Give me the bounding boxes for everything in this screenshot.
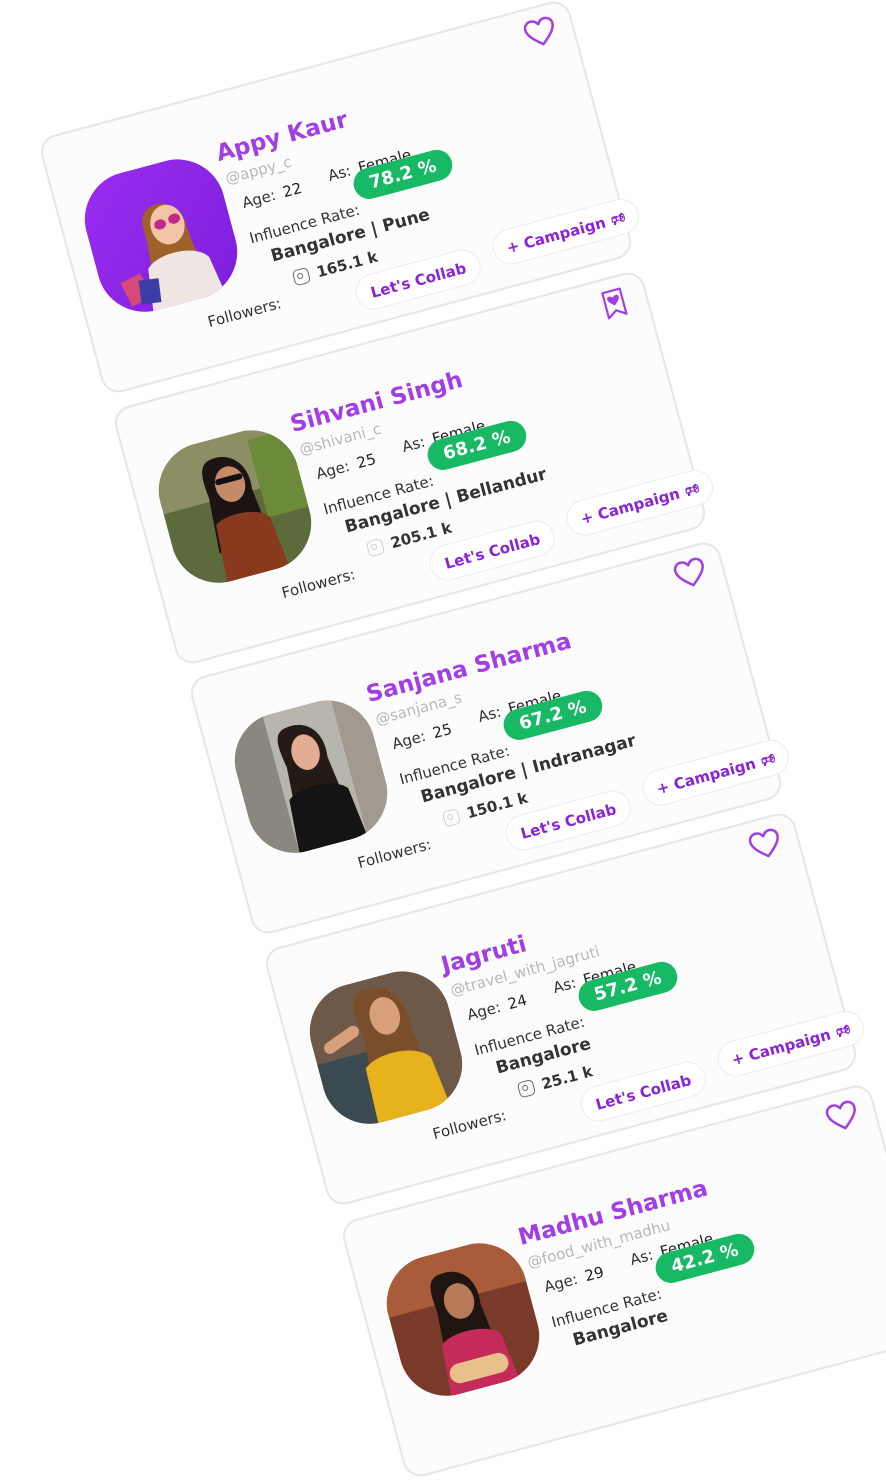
as-label: As: — [400, 432, 428, 456]
avatar — [224, 689, 398, 864]
instagram-icon — [365, 537, 386, 558]
avatar — [376, 1232, 550, 1407]
as-label: As: — [551, 973, 579, 997]
followers-label: Followers: — [205, 294, 284, 332]
campaign-label: + Campaign — [654, 754, 758, 799]
as-label: As: — [476, 702, 504, 726]
instagram-icon — [441, 807, 462, 828]
age-value: 29 — [582, 1262, 606, 1286]
bookmark-heart-icon[interactable] — [595, 285, 634, 322]
megaphone-icon: 🕫 — [608, 208, 628, 230]
avatar — [299, 960, 473, 1135]
avatar — [74, 148, 248, 323]
instagram-icon — [291, 266, 312, 287]
age-label: Age: — [390, 726, 428, 754]
age-value: 24 — [505, 990, 529, 1014]
heart-outline-icon[interactable] — [746, 826, 785, 863]
age-row: Age: 29 — [542, 1263, 606, 1296]
lets-collab-button[interactable]: Let's Collab — [576, 1057, 710, 1126]
age-row: Age: 25 — [314, 450, 378, 483]
followers-label: Followers: — [430, 1106, 509, 1144]
age-value: 25 — [430, 719, 454, 743]
megaphone-icon: 🕫 — [682, 479, 702, 501]
age-value: 25 — [354, 449, 378, 473]
campaign-label: + Campaign — [578, 484, 682, 529]
age-value: 22 — [280, 178, 304, 202]
age-label: Age: — [465, 997, 503, 1025]
followers-label: Followers: — [279, 565, 358, 603]
megaphone-icon: 🕫 — [758, 749, 778, 771]
age-row: Age: 25 — [390, 720, 454, 753]
avatar — [148, 419, 322, 594]
followers-label: Followers: — [355, 835, 434, 873]
age-label: Age: — [314, 456, 352, 484]
heart-outline-icon[interactable] — [521, 14, 560, 51]
as-label: As: — [628, 1245, 656, 1269]
campaign-label: + Campaign — [504, 213, 608, 258]
age-row: Age: 24 — [465, 991, 529, 1024]
campaign-label: + Campaign — [729, 1025, 833, 1070]
instagram-icon — [516, 1078, 537, 1099]
age-label: Age: — [542, 1269, 580, 1297]
megaphone-icon: 🕫 — [833, 1020, 853, 1042]
add-campaign-button[interactable]: + Campaign🕫 — [713, 1006, 868, 1081]
age-label: Age: — [240, 185, 278, 213]
age-row: Age: 22 — [240, 179, 304, 212]
heart-outline-icon[interactable] — [671, 555, 710, 592]
add-campaign-button[interactable]: + Campaign🕫 — [488, 194, 643, 269]
as-label: As: — [326, 161, 354, 185]
add-campaign-button[interactable]: + Campaign🕫 — [562, 465, 717, 540]
add-campaign-button[interactable]: + Campaign🕫 — [638, 735, 793, 810]
heart-outline-icon[interactable] — [823, 1098, 862, 1135]
